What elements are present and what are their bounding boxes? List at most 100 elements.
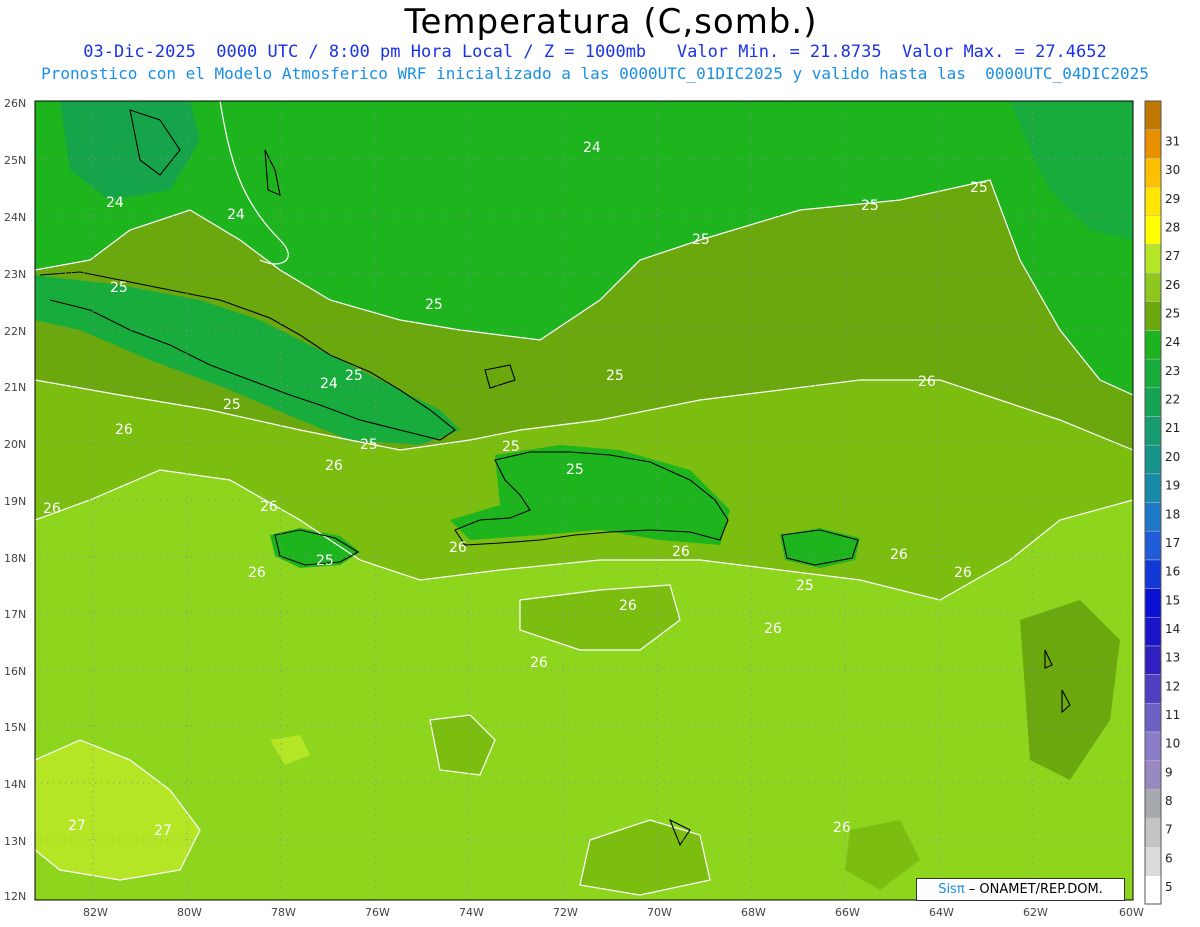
colorbar-swatch [1144,387,1162,417]
lat-tick-label: 14N [4,778,26,791]
lon-tick-label: 62W [1023,906,1048,919]
colorbar-swatch [1144,158,1162,188]
colorbar-swatch [1144,731,1162,761]
colorbar-swatch [1144,559,1162,589]
colorbar-label: 22 [1165,393,1180,407]
colorbar-label: 14 [1165,622,1180,636]
colorbar-legend: 5 6 7 8 9 10 11 12 13 14 15 16 17 18 19 20 21 22 23 24 25 26 2… [1144,100,1180,905]
credit-text: – ONAMET/REP.DOM. [964,882,1103,897]
contour-label: 24 [583,140,601,156]
lon-tick-label: 64W [929,906,954,919]
colorbar-label: 19 [1165,479,1180,493]
contour-label: 25 [606,368,624,384]
colorbar-swatch [1144,674,1162,704]
colorbar-label: 11 [1165,708,1180,722]
colorbar-label: 21 [1165,421,1180,435]
lat-tick-label: 24N [4,211,26,224]
contour-label: 24 [320,376,338,392]
colorbar-swatch [1144,358,1162,389]
longitude-axis: 82W 80W 78W 76W 74W 72W 70W 68W 66W 64W … [83,906,1144,919]
colorbar-label: 27 [1165,249,1180,263]
colorbar-label: 18 [1165,507,1180,521]
colorbar-label: 12 [1165,679,1180,693]
colorbar-label: 5 [1165,880,1173,894]
colorbar-label: 24 [1165,335,1180,349]
colorbar-swatch [1144,444,1162,475]
lon-tick-label: 76W [365,906,390,919]
colorbar-swatch [1144,875,1162,905]
colorbar-label: 30 [1165,163,1180,177]
colorbar-swatch [1144,502,1162,532]
colorbar-swatch [1144,272,1162,303]
colorbar-swatch [1144,817,1162,847]
credit-box: Sisπ – ONAMET/REP.DOM. [916,878,1125,901]
colorbar-swatch [1144,473,1162,503]
colorbar-label: 20 [1165,450,1180,464]
contour-label: 26 [115,422,133,438]
lat-tick-label: 20N [4,438,26,451]
colorbar-label: 9 [1165,765,1173,779]
colorbar-label: 31 [1165,134,1180,148]
contour-label: 26 [764,621,782,637]
lon-tick-label: 70W [647,906,672,919]
sispi-logo: Sisπ [938,882,965,897]
contour-label: 25 [796,578,814,594]
colorbar-label: 17 [1165,536,1180,550]
lat-tick-label: 17N [4,608,26,621]
colorbar-label: 16 [1165,565,1180,579]
contour-label: 26 [530,655,548,671]
contour-label: 25 [360,437,378,453]
colorbar-label: 25 [1165,307,1180,321]
latitude-axis: 26N 25N 24N 23N 22N 21N 20N 19N 18N 17N … [4,97,26,903]
contour-label: 26 [890,547,908,563]
contour-label: 26 [449,540,467,556]
lat-tick-label: 19N [4,495,26,508]
lat-tick-label: 26N [4,97,26,110]
colorbar-swatch [1144,789,1162,819]
contour-label: 25 [861,198,879,214]
contour-label: 24 [106,195,124,211]
colorbar-label: 15 [1165,593,1180,607]
contour-label: 26 [260,499,278,515]
lat-tick-label: 13N [4,835,26,848]
lon-tick-label: 82W [83,906,108,919]
lon-tick-label: 66W [835,906,860,919]
colorbar-label: 28 [1165,220,1180,234]
contour-label: 25 [692,232,710,248]
colorbar-swatch [1144,129,1162,159]
contour-label: 25 [223,397,241,413]
contour-label: 27 [154,823,172,839]
lon-tick-label: 78W [271,906,296,919]
lon-tick-label: 68W [741,906,766,919]
colorbar-swatch [1144,301,1162,331]
temperature-map: 24 24 24 24 25 25 25 25 25 25 25 25 25 2… [4,97,1180,919]
colorbar-swatch [1144,330,1162,360]
contour-label: 26 [248,565,266,581]
colorbar-swatch [1144,703,1162,733]
colorbar-swatch [1144,760,1162,790]
contour-label: 26 [833,820,851,836]
contour-label: 25 [970,180,988,196]
contour-label: 25 [110,280,128,296]
temperature-field [35,101,1133,900]
colorbar-swatch [1144,416,1162,446]
contour-label: 25 [316,553,334,569]
colorbar-label: 8 [1165,794,1173,808]
lat-tick-label: 16N [4,665,26,678]
lon-tick-label: 60W [1119,906,1144,919]
lat-tick-label: 15N [4,721,26,734]
contour-label: 26 [672,544,690,560]
colorbar-label: 10 [1165,737,1180,751]
contour-label: 26 [954,565,972,581]
colorbar-swatch [1144,244,1162,274]
colorbar-label: 7 [1165,823,1173,837]
colorbar-swatch [1144,588,1162,618]
contour-label: 26 [325,458,343,474]
contour-label: 27 [68,818,86,834]
colorbar-label: 26 [1165,278,1180,292]
contour-label: 26 [918,374,936,390]
colorbar-label: 29 [1165,192,1180,206]
lat-tick-label: 25N [4,154,26,167]
lon-tick-label: 72W [553,906,578,919]
colorbar-swatch [1144,846,1162,876]
